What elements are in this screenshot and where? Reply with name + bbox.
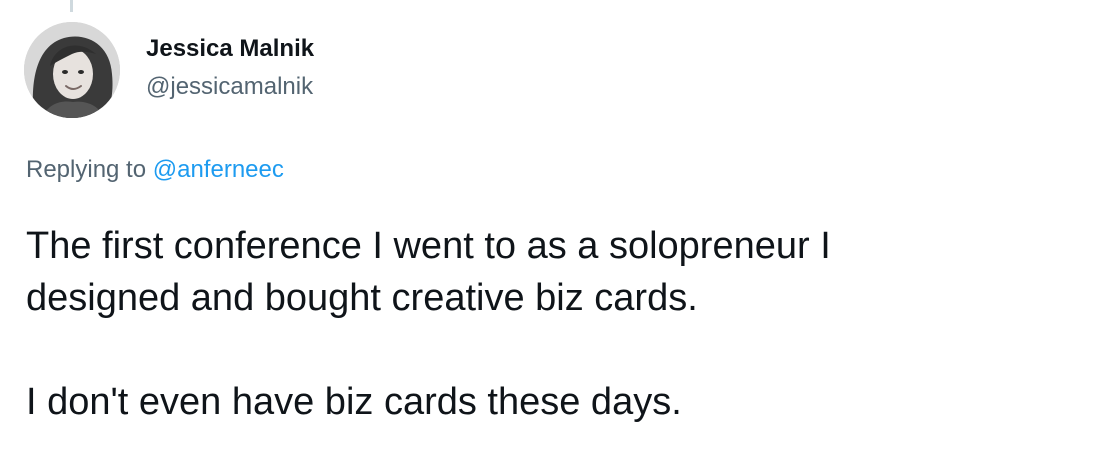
avatar[interactable] [24,22,120,118]
thread-connector-line [70,0,73,12]
reply-context: Replying to @anferneec [26,154,284,186]
tweet-line: designed and bought creative biz cards. [26,277,698,319]
author-display-name[interactable]: Jessica Malnik [146,34,314,64]
author-handle[interactable]: @jessicamalnik [146,72,313,102]
tweet-line: The first conference I went to as a solo… [26,225,831,267]
reply-prefix: Replying to [26,156,147,183]
tweet-paragraph-gap [26,324,1086,376]
tweet-line: I don't even have biz cards these days. [26,381,682,423]
reply-mention-link[interactable]: @anferneec [153,156,284,183]
profile-photo-icon [24,22,120,118]
tweet-text: The first conference I went to as a solo… [26,220,1086,428]
